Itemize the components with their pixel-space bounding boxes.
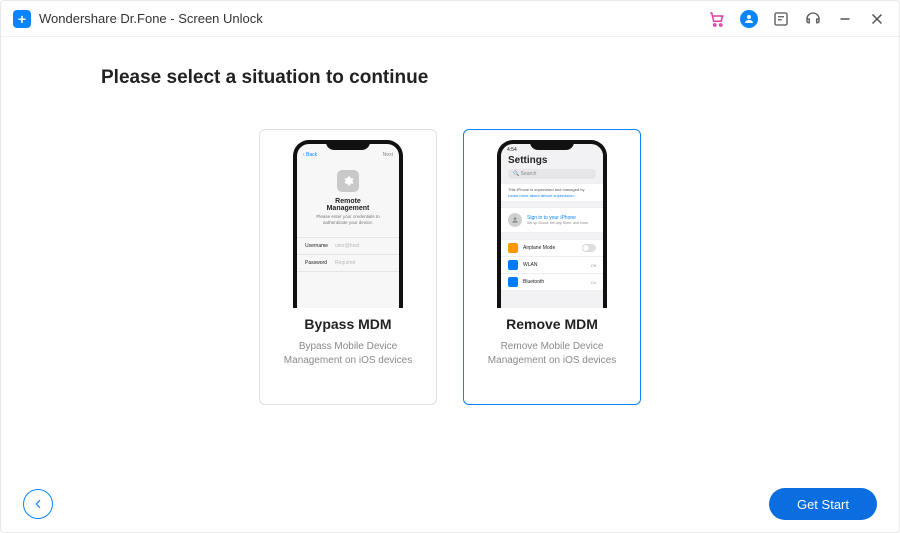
wifi-icon — [508, 260, 518, 270]
titlebar-actions — [707, 9, 887, 29]
phone2-bluetooth-value: On — [591, 280, 596, 285]
app-logo-icon: + — [13, 10, 31, 28]
card-remove-mdm[interactable]: 4:54 Settings 🔍 Search This iPhone is su… — [463, 129, 641, 405]
phone2-wlan-value: Off — [591, 263, 596, 268]
feedback-icon[interactable] — [771, 9, 791, 29]
close-button[interactable] — [867, 9, 887, 29]
phone2-banner: This iPhone is supervised and managed by… — [501, 183, 603, 202]
footer: Get Start — [1, 476, 899, 532]
card-desc: Bypass Mobile Device Management on iOS d… — [270, 340, 426, 368]
phone2-airplane-row: Airplane Mode — [501, 240, 603, 257]
toggle-icon — [582, 244, 596, 252]
phone2-signin-sub: Set up iCloud, the App Store, and more. — [527, 221, 589, 225]
phone2-search-text: Search — [521, 171, 537, 177]
phone2-banner-line1: This iPhone is supervised and managed by — [508, 187, 596, 193]
card-desc: Remove Mobile Device Management on iOS d… — [474, 340, 630, 368]
main-content: Please select a situation to continue ‹ … — [1, 37, 899, 476]
avatar-icon — [508, 213, 522, 227]
phone2-airplane-label: Airplane Mode — [523, 245, 555, 251]
back-button[interactable] — [23, 489, 53, 519]
support-icon[interactable] — [803, 9, 823, 29]
phone-mock-remove: 4:54 Settings 🔍 Search This iPhone is su… — [497, 140, 607, 308]
phone2-wlan-label: WLAN — [523, 262, 537, 268]
phone1-back-label: ‹ Back — [303, 152, 317, 158]
phone1-username-value: user@host — [335, 243, 359, 249]
page-heading: Please select a situation to continue — [1, 67, 899, 89]
phone1-next-label: Next — [383, 152, 393, 158]
app-title: Wondershare Dr.Fone - Screen Unlock — [39, 11, 263, 26]
phone2-heading: Settings — [501, 153, 603, 169]
gear-icon — [337, 170, 359, 192]
get-start-button[interactable]: Get Start — [769, 488, 877, 520]
phone1-password-value: Required — [335, 260, 355, 266]
phone1-subtitle: Please enter your credentials to authent… — [297, 214, 399, 227]
bluetooth-icon — [508, 277, 518, 287]
airplane-icon — [508, 243, 518, 253]
phone1-title: Remote Management — [297, 198, 399, 212]
phone2-signin-row: Sign in to your iPhone Set up iCloud, th… — [501, 207, 603, 233]
card-title: Remove MDM — [506, 316, 598, 332]
phone-mock-bypass: ‹ Back Next Remote Management Please ent… — [293, 140, 403, 308]
phone2-search: 🔍 Search — [508, 169, 596, 179]
phone2-bluetooth-row: Bluetooth On — [501, 274, 603, 291]
phone2-wlan-row: WLAN Off — [501, 257, 603, 274]
phone2-bluetooth-label: Bluetooth — [523, 279, 544, 285]
minimize-button[interactable] — [835, 9, 855, 29]
option-cards: ‹ Back Next Remote Management Please ent… — [1, 129, 899, 405]
cart-icon[interactable] — [707, 9, 727, 29]
card-title: Bypass MDM — [304, 316, 391, 332]
phone1-username-label: Username — [305, 243, 335, 249]
card-bypass-mdm[interactable]: ‹ Back Next Remote Management Please ent… — [259, 129, 437, 405]
titlebar: + Wondershare Dr.Fone - Screen Unlock — [1, 1, 899, 37]
profile-icon[interactable] — [739, 9, 759, 29]
phone1-password-label: Password — [305, 260, 335, 266]
phone2-banner-link: Learn more about device supervision… — [508, 193, 596, 199]
app-window: + Wondershare Dr.Fone - Screen Unlock — [0, 0, 900, 533]
